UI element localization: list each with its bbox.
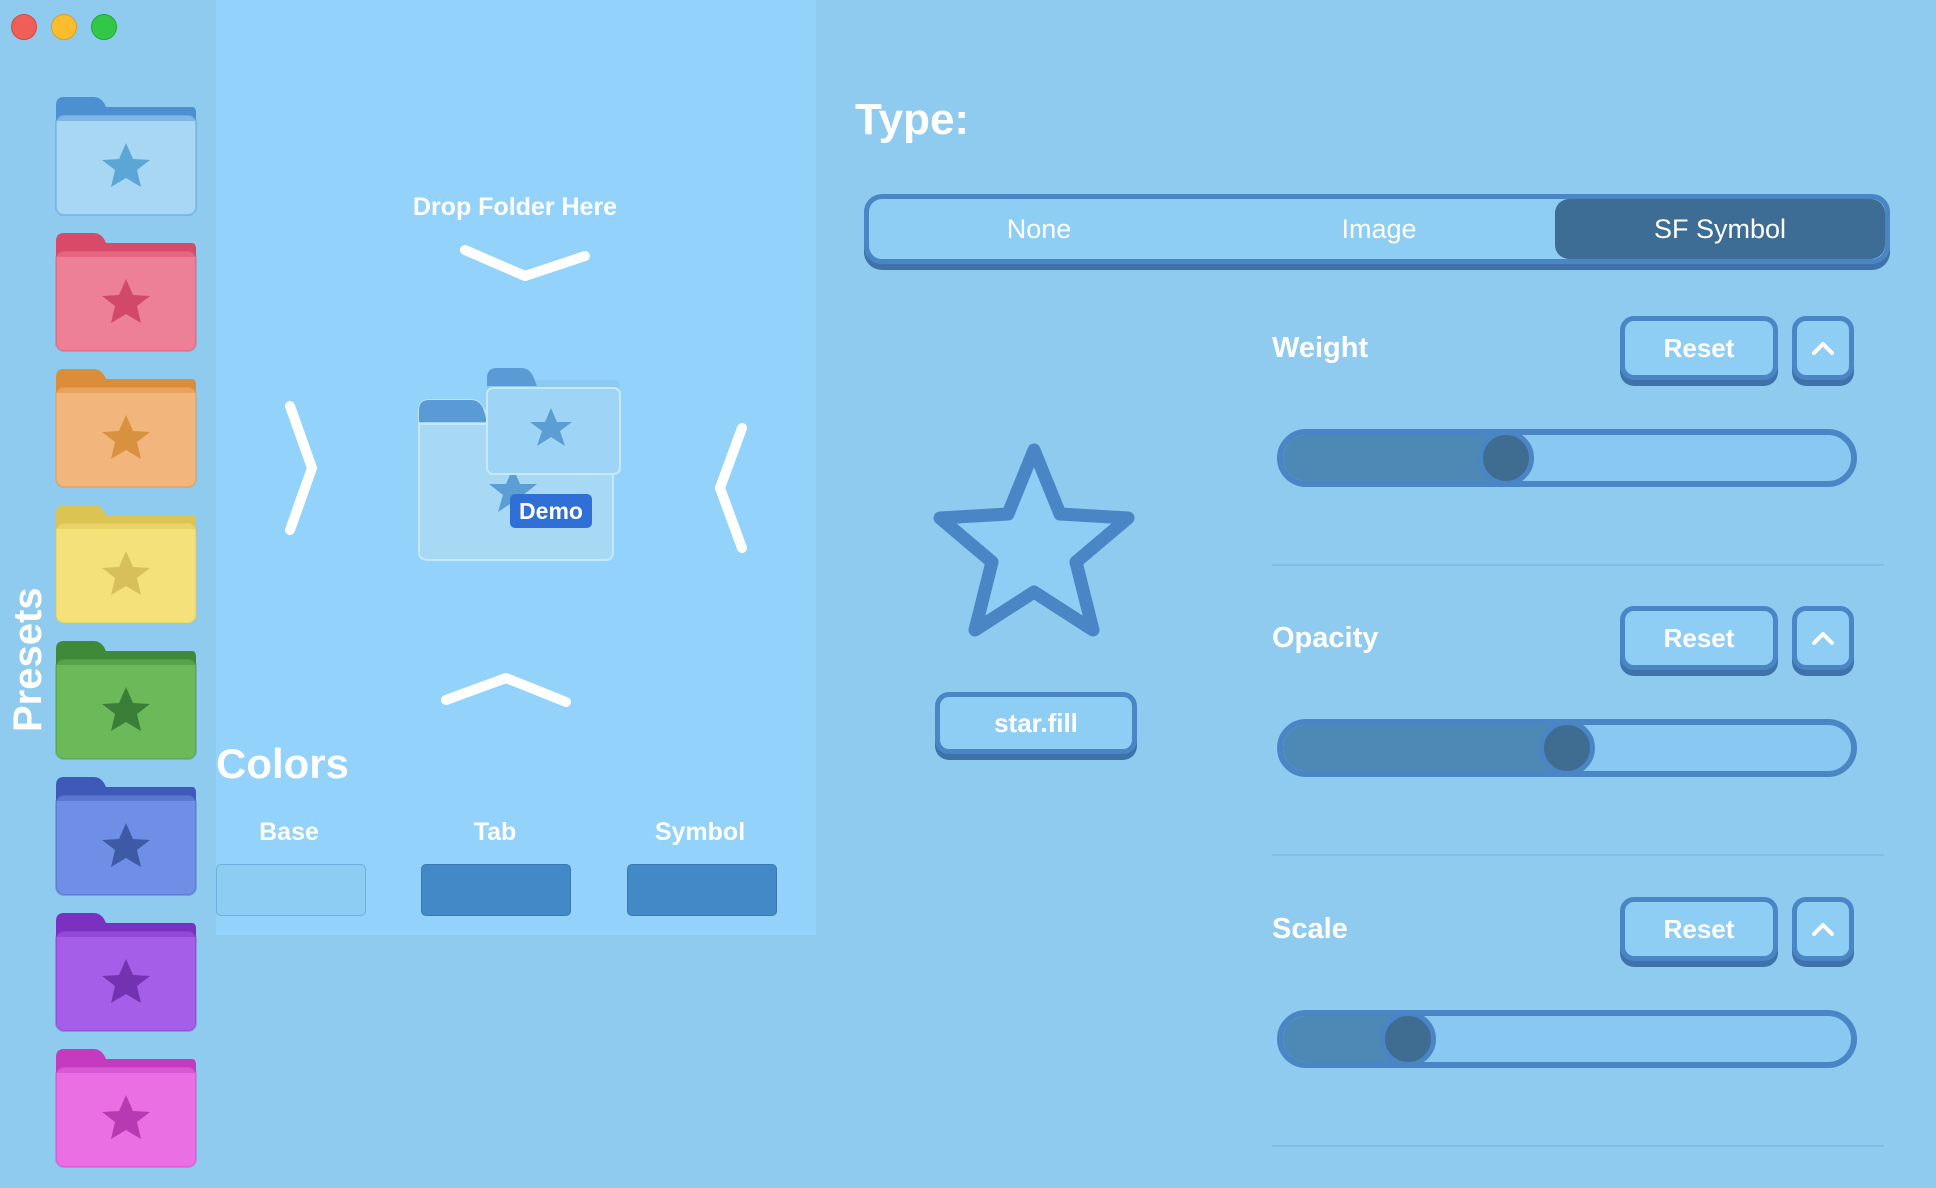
opacity-slider-knob[interactable] xyxy=(1539,720,1595,776)
symbol-picker-button[interactable]: star.fill xyxy=(935,692,1137,754)
preset-folder-icon xyxy=(55,233,197,352)
preset-folder-purple[interactable] xyxy=(54,911,198,1035)
app-window: Presets Drop Folder Here Demo Colors Bas… xyxy=(0,0,1936,1188)
type-segmented-control: None Image SF Symbol xyxy=(864,194,1890,264)
base-color-label: Base xyxy=(259,818,319,846)
weight-collapse-button[interactable] xyxy=(1792,316,1854,380)
drop-folder-label: Drop Folder Here xyxy=(412,193,618,221)
preset-folder-icon xyxy=(55,505,197,624)
minimize-window-button[interactable] xyxy=(51,14,77,40)
base-color-well[interactable] xyxy=(216,864,366,916)
preset-folder-yellow[interactable] xyxy=(54,503,198,627)
tab-color-label: Tab xyxy=(473,818,517,846)
preset-folder-green[interactable] xyxy=(54,639,198,763)
section-divider xyxy=(1272,1145,1884,1147)
preset-folder-icon xyxy=(55,777,197,896)
chevron-left-icon xyxy=(715,423,747,553)
weight-slider-knob[interactable] xyxy=(1478,430,1534,486)
star-symbol-preview-icon xyxy=(933,443,1135,637)
preset-folder-blue[interactable] xyxy=(54,95,198,219)
chevron-right-icon xyxy=(285,401,317,535)
section-divider xyxy=(1272,564,1884,566)
type-title: Type: xyxy=(855,95,970,144)
preset-folder-indigo[interactable] xyxy=(54,775,198,899)
preset-folder-icon xyxy=(55,641,197,760)
type-option-none[interactable]: None xyxy=(869,199,1209,259)
scale-reset-button[interactable]: Reset xyxy=(1620,897,1778,961)
close-window-button[interactable] xyxy=(11,14,37,40)
scale-label: Scale xyxy=(1272,913,1348,945)
symbol-color-well[interactable] xyxy=(627,864,777,916)
scale-slider-knob[interactable] xyxy=(1380,1011,1436,1067)
presets-label: Presets xyxy=(6,587,50,732)
preset-folder-pink[interactable] xyxy=(54,1047,198,1171)
preset-folder-icon xyxy=(55,97,197,216)
chevron-down-icon xyxy=(460,245,590,281)
scale-slider[interactable] xyxy=(1277,1010,1857,1068)
preset-folder-orange[interactable] xyxy=(54,367,198,491)
demo-folder-drop-target[interactable] xyxy=(415,360,625,570)
opacity-label: Opacity xyxy=(1272,622,1379,654)
section-divider xyxy=(1272,854,1884,856)
preset-folder-red[interactable] xyxy=(54,231,198,355)
scale-collapse-button[interactable] xyxy=(1792,897,1854,961)
zoom-window-button[interactable] xyxy=(91,14,117,40)
chevron-up-icon xyxy=(1812,632,1834,645)
chevron-up-icon xyxy=(1812,342,1834,355)
chevron-up-icon xyxy=(441,673,571,707)
opacity-slider-fill xyxy=(1283,725,1577,771)
preset-folder-icon xyxy=(55,369,197,488)
type-option-image[interactable]: Image xyxy=(1209,199,1549,259)
tab-color-well[interactable] xyxy=(421,864,571,916)
opacity-reset-button[interactable]: Reset xyxy=(1620,606,1778,670)
weight-reset-button[interactable]: Reset xyxy=(1620,316,1778,380)
preset-folder-icon xyxy=(55,1049,197,1168)
preset-folder-icon xyxy=(55,913,197,1032)
opacity-collapse-button[interactable] xyxy=(1792,606,1854,670)
symbol-color-label: Symbol xyxy=(654,818,746,846)
demo-folder-name-badge: Demo xyxy=(510,494,592,528)
chevron-up-icon xyxy=(1812,923,1834,936)
weight-label: Weight xyxy=(1272,332,1369,364)
colors-title: Colors xyxy=(216,740,350,787)
weight-slider-fill xyxy=(1283,435,1509,481)
type-option-sf-symbol[interactable]: SF Symbol xyxy=(1555,199,1885,259)
weight-slider[interactable] xyxy=(1277,429,1857,487)
